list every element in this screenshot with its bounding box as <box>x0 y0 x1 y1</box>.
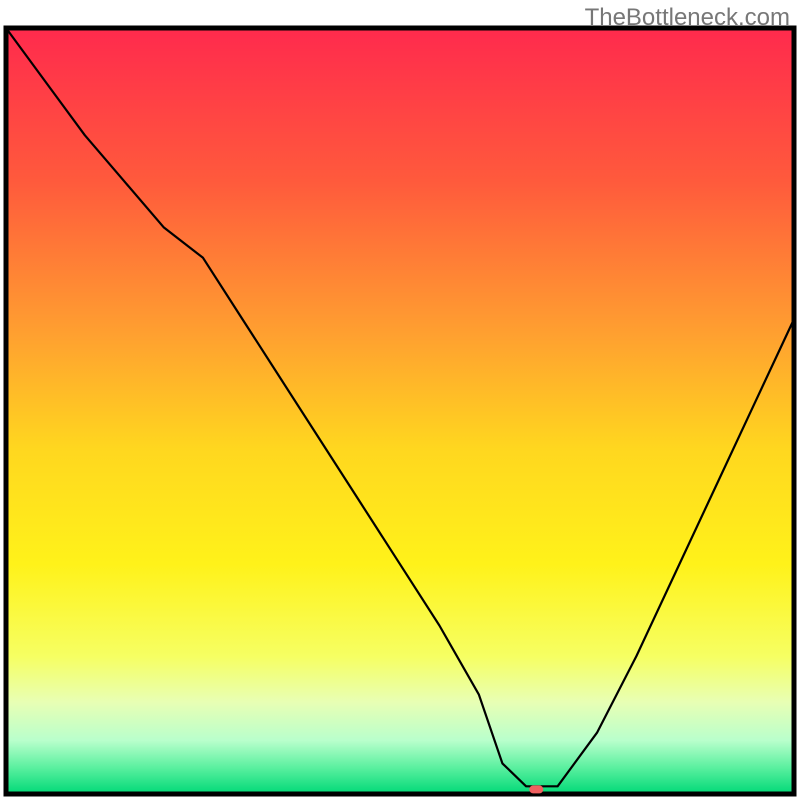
chart-container: TheBottleneck.com <box>0 0 800 800</box>
chart-background <box>6 28 794 794</box>
optimal-marker <box>529 785 543 793</box>
watermark-text: TheBottleneck.com <box>585 4 790 32</box>
bottleneck-chart <box>0 0 800 800</box>
